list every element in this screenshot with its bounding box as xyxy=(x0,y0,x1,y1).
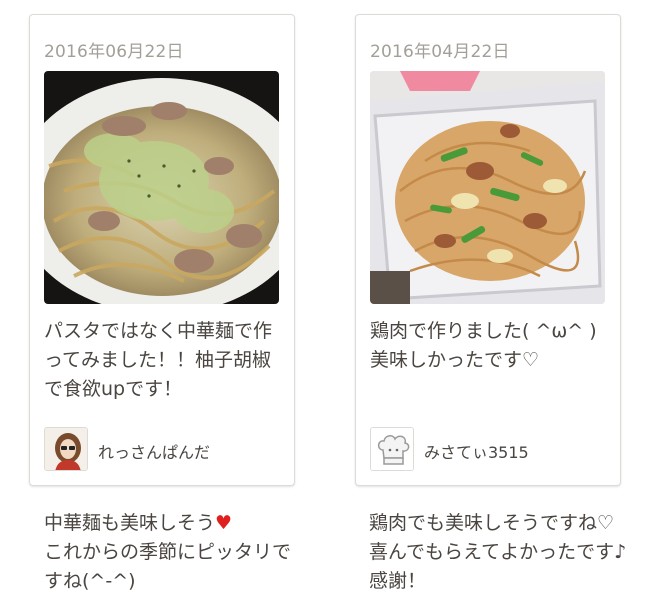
reply-text-tail: これからの季節にピッタリですね(^-^) xyxy=(44,541,292,592)
heart-icon: ♥ xyxy=(215,512,233,534)
author-row[interactable]: みさてぃ3515 xyxy=(370,427,610,471)
author-name[interactable]: れっさんぱんだ xyxy=(98,439,210,463)
reply-text: 鶏肉でも美味しそうですね♡喜んでもらえてよかったです♪感謝！ xyxy=(369,512,627,592)
author-name[interactable]: みさてぃ3515 xyxy=(424,439,529,463)
chef-hat-icon[interactable] xyxy=(370,427,414,471)
post-date: 2016年04月22日 xyxy=(370,42,510,62)
kitchen-reply-1: 中華麺も美味しそう♥ これからの季節にピッタリですね(^-^) xyxy=(44,509,304,596)
dish-photo-pasta[interactable] xyxy=(370,71,605,304)
tsukurepo-comment: 鶏肉で作りました( ^ω^ )美味しかったです♡ xyxy=(370,320,597,371)
tsukurepo-comment: パスタではなく中華麺で作ってみました！！柚子胡椒で食欲upです！ xyxy=(44,320,273,400)
author-row[interactable]: れっさんぱんだ xyxy=(44,427,284,471)
tsukurepo-card-1[interactable]: 2016年06月22日 パスタではなく中華麺で作ってみました！！柚子胡椒で食欲u… xyxy=(29,14,295,486)
tsukurepo-card-2[interactable]: 2016年04月22日 鶏肉で作りました(^ω^)美味しかったです♡ みさて… xyxy=(355,14,621,486)
dish-photo-noodles[interactable] xyxy=(44,71,279,304)
user-avatar-photo[interactable] xyxy=(44,427,88,471)
kitchen-reply-2: 鶏肉でも美味しそうですね♡喜んでもらえてよかったです♪感謝！ xyxy=(369,509,629,596)
post-date: 2016年06月22日 xyxy=(44,42,184,62)
reply-text: 中華麺も美味しそう xyxy=(44,512,216,534)
